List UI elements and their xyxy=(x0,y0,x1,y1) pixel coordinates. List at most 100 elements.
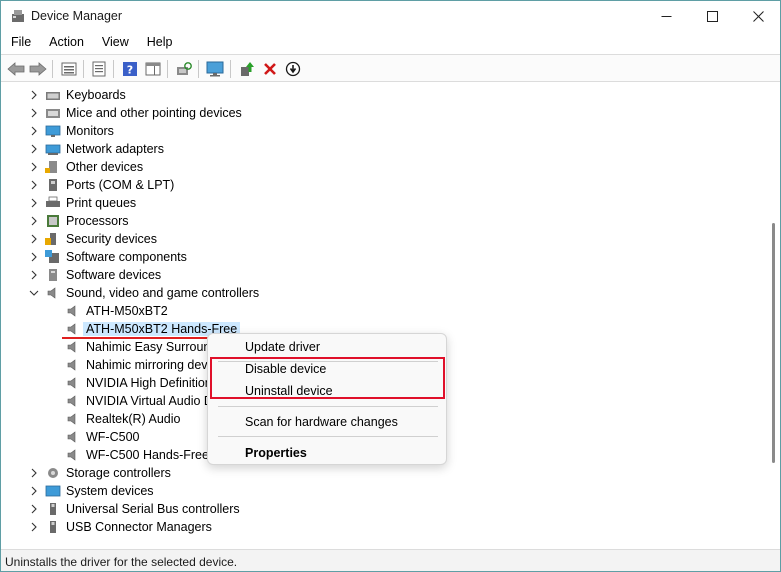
menu-file[interactable]: File xyxy=(1,32,39,53)
tree-item[interactable]: Processors xyxy=(1,212,767,230)
status-bar: Uninstalls the driver for the selected d… xyxy=(1,549,780,571)
menu-item-properties[interactable]: Properties xyxy=(208,442,446,464)
tree-item-label: WF-C500 Hands-Free xyxy=(86,448,209,462)
chevron-right-icon[interactable] xyxy=(29,269,39,281)
tree-item[interactable]: Network adapters xyxy=(1,140,767,158)
tree-item-label: Security devices xyxy=(66,232,158,246)
tree-item[interactable]: Print queues xyxy=(1,194,767,212)
menu-item-update-driver[interactable]: Update driver xyxy=(208,336,446,358)
device-manager-window: Device Manager File Action View Help ? K… xyxy=(0,0,781,572)
device-tree[interactable]: Keyboards Mice and other pointing devices… xyxy=(1,83,767,547)
tree-item-label: Software components xyxy=(66,250,187,264)
uninstall-button[interactable] xyxy=(260,59,280,79)
other-device-icon xyxy=(45,161,57,173)
tree-item[interactable]: Sound, video and game controllers xyxy=(1,284,767,302)
speaker-icon xyxy=(67,323,76,335)
menu-action[interactable]: Action xyxy=(39,32,92,53)
maximize-button[interactable] xyxy=(689,1,735,32)
tree-item-label: Universal Serial Bus controllers xyxy=(66,502,240,516)
properties-button[interactable] xyxy=(89,59,109,79)
speaker-icon xyxy=(47,287,56,299)
minimize-icon xyxy=(661,16,671,17)
mouse-icon xyxy=(46,109,60,118)
tree-item[interactable]: Security devices xyxy=(1,230,767,248)
menu-item-scan-hardware[interactable]: Scan for hardware changes xyxy=(208,411,446,433)
tree-item-label: Storage controllers xyxy=(66,466,171,480)
tree-item-label: WF-C500 xyxy=(86,430,140,444)
chevron-down-icon[interactable] xyxy=(29,287,39,299)
speaker-icon xyxy=(67,413,76,425)
speaker-icon xyxy=(67,431,76,443)
toolbar-separator xyxy=(52,60,53,78)
tree-item[interactable]: Storage controllers xyxy=(1,464,767,482)
chevron-right-icon[interactable] xyxy=(29,485,39,497)
annotation-highlight-box xyxy=(210,357,445,399)
chevron-right-icon[interactable] xyxy=(29,215,39,227)
toolbar-separator xyxy=(83,60,84,78)
menu-help[interactable]: Help xyxy=(137,32,181,53)
context-menu-separator xyxy=(218,436,438,437)
forward-button[interactable] xyxy=(28,59,48,79)
context-menu: Update driver Disable device Uninstall d… xyxy=(207,333,447,465)
system-device-icon xyxy=(45,485,61,497)
tree-item[interactable]: Other devices xyxy=(1,158,767,176)
action-pane-button[interactable] xyxy=(143,59,163,79)
menu-view[interactable]: View xyxy=(92,32,137,53)
uninstall-icon xyxy=(264,63,276,75)
tree-view-button[interactable] xyxy=(59,59,79,79)
printer-icon xyxy=(46,196,60,207)
chevron-right-icon[interactable] xyxy=(29,107,39,119)
chevron-right-icon[interactable] xyxy=(29,143,39,155)
usb-icon xyxy=(50,503,56,515)
chevron-right-icon[interactable] xyxy=(29,179,39,191)
scan-hardware-button[interactable] xyxy=(174,59,194,79)
help-button[interactable]: ? xyxy=(120,59,140,79)
chevron-right-icon[interactable] xyxy=(29,233,39,245)
back-button[interactable] xyxy=(6,59,26,79)
chevron-right-icon[interactable] xyxy=(29,161,39,173)
storage-controller-icon xyxy=(48,468,58,478)
toolbar-separator xyxy=(198,60,199,78)
tree-item-label: Monitors xyxy=(66,124,114,138)
tree-item[interactable]: Universal Serial Bus controllers xyxy=(1,500,767,518)
toolbar: ? xyxy=(1,54,780,82)
tree-item-label: Network adapters xyxy=(66,142,164,156)
chevron-right-icon[interactable] xyxy=(29,251,39,263)
close-button[interactable] xyxy=(735,1,781,32)
keyboard-icon xyxy=(46,92,60,100)
chevron-right-icon[interactable] xyxy=(29,467,39,479)
tree-item[interactable]: Ports (COM & LPT) xyxy=(1,176,767,194)
chevron-right-icon[interactable] xyxy=(29,125,39,137)
window-title: Device Manager xyxy=(31,9,123,23)
tree-item[interactable]: Monitors xyxy=(1,122,767,140)
chevron-right-icon[interactable] xyxy=(29,89,39,101)
tree-item[interactable]: USB Connector Managers xyxy=(1,518,767,536)
menu-item-label: Properties xyxy=(245,446,307,460)
tree-item-label: ATH-M50xBT2 xyxy=(86,304,168,318)
tree-item[interactable]: Software devices xyxy=(1,266,767,284)
tree-item[interactable]: System devices xyxy=(1,482,767,500)
update-driver-button[interactable] xyxy=(237,59,257,79)
context-menu-separator xyxy=(218,406,438,407)
tree-item-label: Nahimic mirroring devi xyxy=(86,358,211,372)
vertical-scrollbar[interactable] xyxy=(767,83,780,547)
tree-item[interactable]: Keyboards xyxy=(1,86,767,104)
svg-text:?: ? xyxy=(127,64,133,77)
tree-item-label: Print queues xyxy=(66,196,137,210)
speaker-icon xyxy=(67,305,76,317)
tree-item[interactable]: Mice and other pointing devices xyxy=(1,104,767,122)
tree-item[interactable]: Software components xyxy=(1,248,767,266)
title-bar[interactable]: Device Manager xyxy=(1,1,780,32)
toolbar-separator xyxy=(230,60,231,78)
chevron-right-icon[interactable] xyxy=(29,521,39,533)
chevron-right-icon[interactable] xyxy=(29,197,39,209)
chevron-right-icon[interactable] xyxy=(29,503,39,515)
monitor-button[interactable] xyxy=(205,59,225,79)
scrollbar-thumb[interactable] xyxy=(772,223,775,463)
disable-button[interactable] xyxy=(283,59,303,79)
speaker-icon xyxy=(67,359,76,371)
minimize-button[interactable] xyxy=(643,1,689,32)
network-adapter-icon xyxy=(45,144,61,155)
tree-item[interactable]: ATH-M50xBT2 xyxy=(1,302,767,320)
device-manager-app-icon xyxy=(12,10,24,22)
